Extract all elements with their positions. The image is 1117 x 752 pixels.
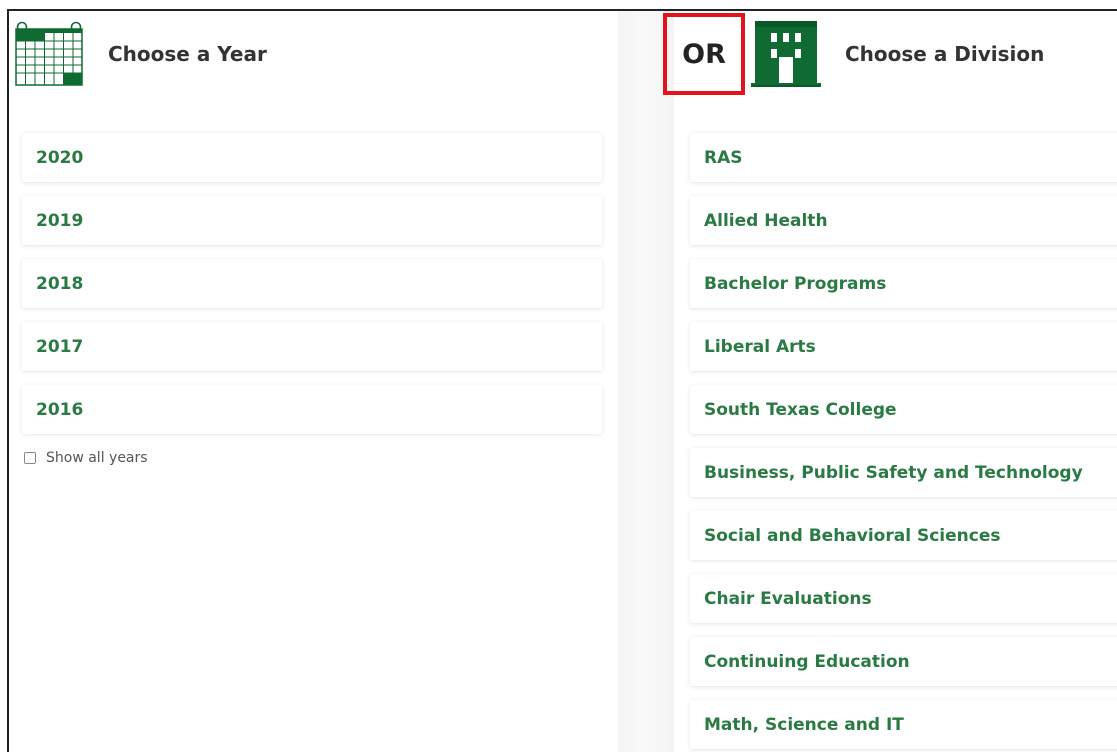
year-item[interactable]: 2020 — [22, 133, 602, 182]
show-all-years-label: Show all years — [46, 450, 148, 466]
calendar-icon — [15, 21, 83, 86]
or-separator: OR — [682, 38, 726, 70]
division-item-liberal-arts[interactable]: Liberal Arts — [690, 322, 1117, 371]
division-item-chair-evaluations[interactable]: Chair Evaluations — [690, 574, 1117, 623]
division-item-continuing-education[interactable]: Continuing Education — [690, 637, 1117, 686]
column-gutter — [618, 11, 674, 752]
year-item[interactable]: 2018 — [22, 259, 602, 308]
division-item-south-texas-college[interactable]: South Texas College — [690, 385, 1117, 434]
show-all-years-checkbox[interactable] — [24, 452, 36, 464]
division-item-bachelor-programs[interactable]: Bachelor Programs — [690, 259, 1117, 308]
division-list: RAS Allied Health Bachelor Programs Libe… — [690, 133, 1117, 752]
division-panel-title: Choose a Division — [845, 42, 1045, 66]
division-item-math-science-it[interactable]: Math, Science and IT — [690, 700, 1117, 749]
year-header: Choose a Year — [14, 14, 267, 94]
year-item[interactable]: 2017 — [22, 322, 602, 371]
division-item-allied-health[interactable]: Allied Health — [690, 196, 1117, 245]
division-item-ras[interactable]: RAS — [690, 133, 1117, 182]
division-header: OR Choose a Division — [663, 13, 1045, 95]
division-item-business-public-safety-technology[interactable]: Business, Public Safety and Technology — [690, 448, 1117, 497]
year-item[interactable]: 2016 — [22, 385, 602, 434]
year-item[interactable]: 2019 — [22, 196, 602, 245]
year-panel-title: Choose a Year — [108, 42, 267, 66]
year-list: 2020 2019 2018 2017 2016 — [22, 133, 602, 448]
or-highlight-box: OR — [663, 13, 745, 95]
show-all-years-toggle[interactable]: Show all years — [24, 450, 148, 466]
building-icon — [751, 21, 821, 87]
division-item-social-behavioral-sciences[interactable]: Social and Behavioral Sciences — [690, 511, 1117, 560]
